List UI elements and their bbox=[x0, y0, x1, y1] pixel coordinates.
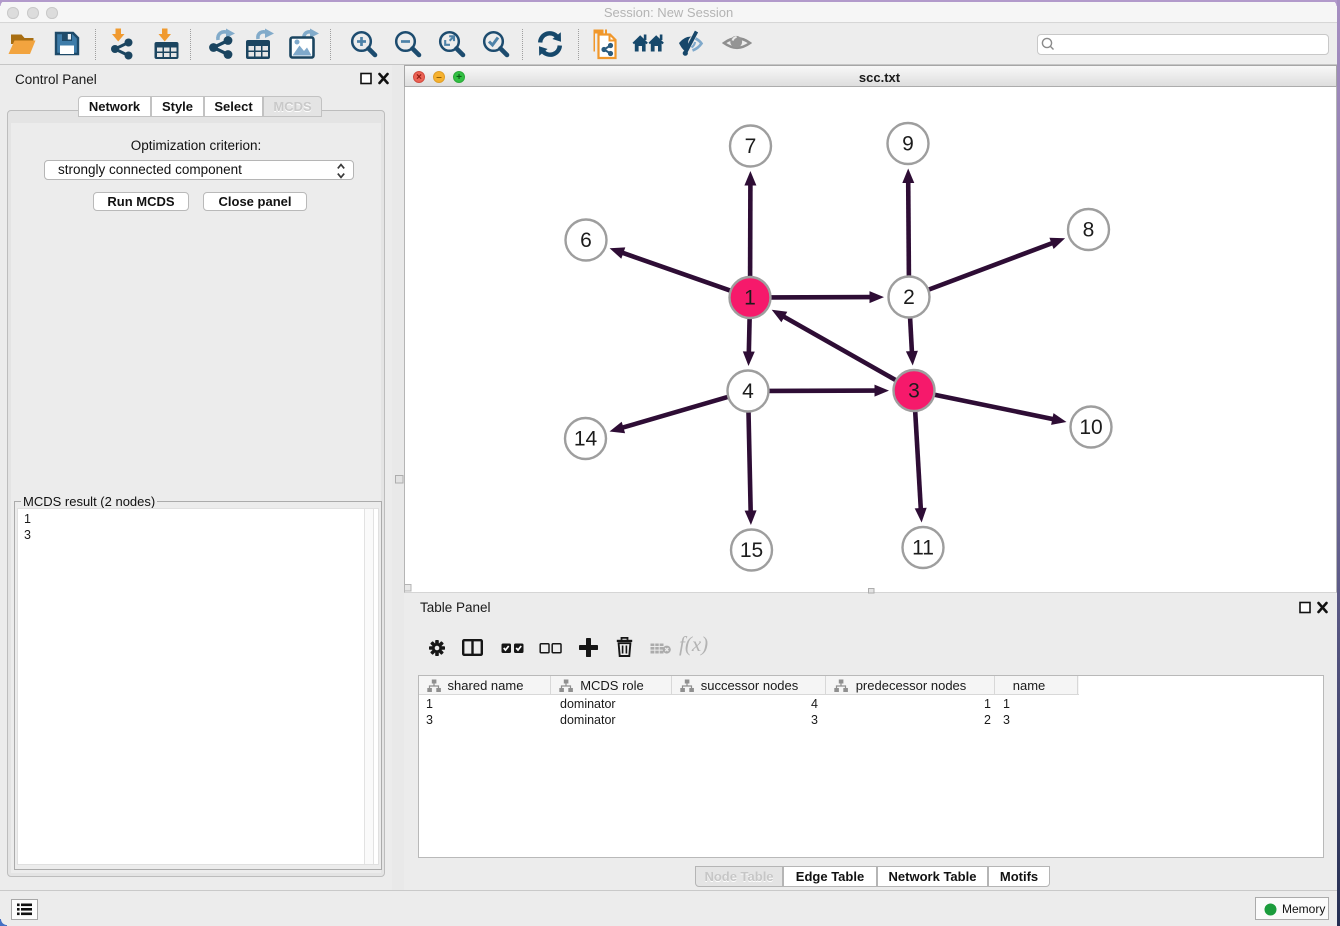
svg-text:11: 11 bbox=[912, 537, 934, 560]
svg-text:9: 9 bbox=[902, 133, 914, 156]
svg-text:1: 1 bbox=[744, 287, 756, 310]
svg-text:4: 4 bbox=[742, 380, 754, 403]
svg-text:6: 6 bbox=[580, 229, 592, 252]
svg-text:10: 10 bbox=[1079, 416, 1102, 439]
svg-text:8: 8 bbox=[1083, 219, 1095, 242]
svg-text:14: 14 bbox=[574, 428, 598, 451]
svg-text:2: 2 bbox=[903, 286, 915, 309]
svg-text:3: 3 bbox=[908, 380, 920, 403]
svg-text:15: 15 bbox=[740, 539, 763, 562]
svg-text:7: 7 bbox=[745, 135, 757, 158]
